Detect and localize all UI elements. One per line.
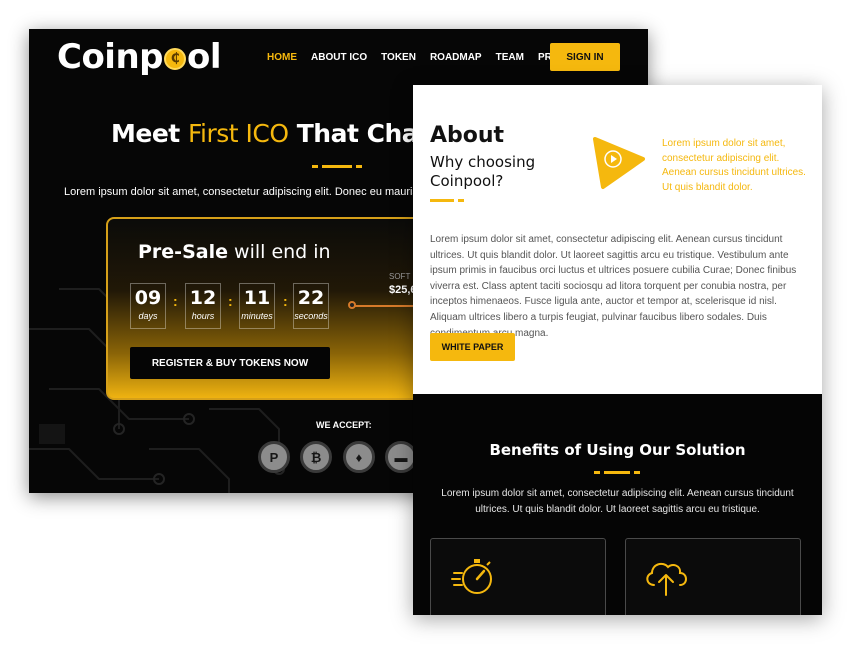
countdown-separator: : <box>283 293 288 309</box>
bitcoin-icon: ₿ <box>300 441 332 473</box>
presale-title-rest: will end in <box>227 241 331 263</box>
cloud-upload-icon <box>646 562 687 596</box>
benefit-card <box>625 538 801 615</box>
sign-in-button[interactable]: SIGN IN <box>550 43 620 71</box>
countdown-value: 09 <box>134 287 162 309</box>
about-divider <box>430 199 454 202</box>
benefits-divider <box>634 471 640 474</box>
about-highlight-text: Lorem ipsum dolor sit amet, consectetur … <box>662 138 806 193</box>
countdown-label: days <box>138 311 158 321</box>
countdown-value: 11 <box>243 287 271 309</box>
benefits-title: Benefits of Using Our Solution <box>489 441 746 459</box>
coin-icon <box>164 48 187 70</box>
soft-cap-label: SOFT <box>389 272 411 281</box>
countdown-value: 12 <box>189 287 217 309</box>
about-title: About <box>430 123 505 148</box>
nav-item-home[interactable]: HOME <box>267 52 297 63</box>
about-body-text: Lorem ipsum dolor sit amet, consectetur … <box>430 234 797 339</box>
progress-marker <box>348 301 356 309</box>
countdown-label: minutes <box>241 311 273 321</box>
nav-item-team[interactable]: TEAM <box>496 52 524 63</box>
nav-item-token[interactable]: TOKEN <box>381 52 416 63</box>
hero-title: Meet First ICO That Char <box>111 119 430 148</box>
nav-item-about-ico[interactable]: ABOUT ICO <box>311 52 367 63</box>
divider-dash <box>312 165 318 168</box>
countdown-value: 22 <box>297 287 325 309</box>
countdown-label: seconds <box>294 311 328 321</box>
hero-title-highlight: First ICO <box>187 119 289 148</box>
benefits-divider <box>594 471 600 474</box>
benefits-section: Benefits of Using Our Solution Lorem ips… <box>413 394 822 615</box>
presale-title-bold: Pre-Sale <box>138 241 228 263</box>
benefit-card <box>430 538 606 615</box>
countdown-separator: : <box>228 293 233 309</box>
hero-subtitle: Lorem ipsum dolor sit amet, consectetur … <box>64 186 430 198</box>
about-divider <box>458 199 464 202</box>
divider-dash <box>356 165 362 168</box>
presale-title: Pre-Sale will end in <box>138 241 331 263</box>
benefits-divider <box>604 471 630 474</box>
white-paper-button[interactable]: WHITE PAPER <box>430 333 515 361</box>
countdown-separator: : <box>173 293 178 309</box>
we-accept-label: WE ACCEPT: <box>316 420 372 430</box>
hero-title-part-2: That Char <box>288 119 431 148</box>
stopwatch-icon <box>451 559 492 594</box>
countdown-hours: 12 hours <box>185 283 221 329</box>
nav-item-roadmap[interactable]: ROADMAP <box>430 52 482 63</box>
paypal-icon: P <box>258 441 290 473</box>
hero-title-part-1: Meet <box>111 119 188 148</box>
logo-text-end: ol <box>187 37 222 77</box>
countdown-days: 09 days <box>130 283 166 329</box>
logo-text-start: Coinp <box>57 37 164 77</box>
why-choosing-heading: Why choosing Coinpool? <box>430 153 536 190</box>
divider-dash <box>322 165 352 168</box>
register-buy-tokens-button[interactable]: REGISTER & BUY TOKENS NOW <box>130 347 330 379</box>
coinpool-logo[interactable]: Coinpol <box>57 37 222 77</box>
main-nav: HOME ABOUT ICO TOKEN ROADMAP TEAM PRESS <box>267 52 572 63</box>
countdown-label: hours <box>191 311 215 321</box>
countdown-seconds: 22 seconds <box>293 283 329 329</box>
play-video-icon[interactable] <box>591 135 647 191</box>
countdown-minutes: 11 minutes <box>239 283 275 329</box>
ethereum-icon: ♦ <box>343 441 375 473</box>
benefits-subtitle: Lorem ipsum dolor sit amet, consectetur … <box>441 488 794 515</box>
about-screenshot: About Why choosing Coinpool? Lorem ipsum… <box>413 85 822 615</box>
